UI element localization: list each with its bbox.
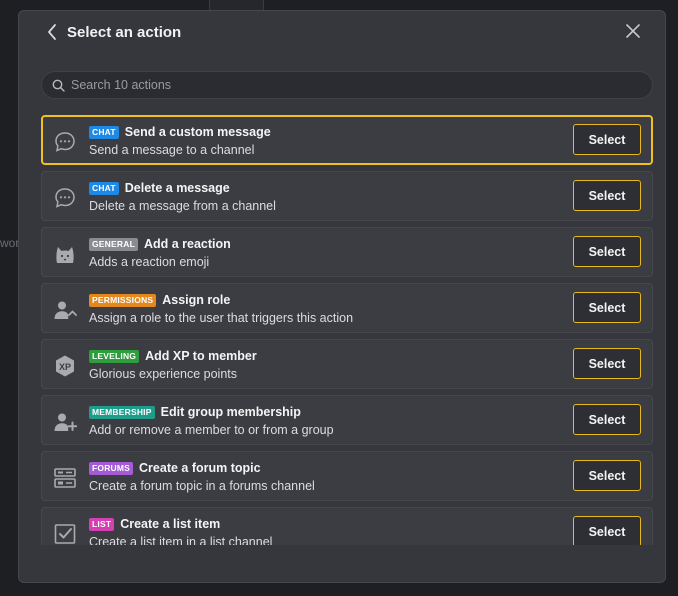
action-item[interactable]: LIST Create a list item Create a list it…: [41, 507, 653, 545]
close-icon: [626, 24, 640, 38]
category-badge: GENERAL: [89, 237, 138, 251]
search-box[interactable]: [41, 71, 653, 99]
select-action-dialog: Select an action CHAT Send a custom mess…: [18, 10, 666, 583]
select-button[interactable]: Select: [573, 404, 641, 435]
action-description: Adds a reaction emoji: [89, 255, 210, 269]
action-description: Create a list item in a list channel: [89, 535, 273, 545]
action-item[interactable]: MEMBERSHIP Edit group membership Add or …: [41, 395, 653, 445]
cat-emoji-icon: [52, 241, 78, 267]
close-button[interactable]: [625, 23, 641, 39]
forum-icon: [52, 465, 78, 491]
actions-list[interactable]: CHAT Send a custom message Send a messag…: [41, 111, 654, 545]
svg-text:XP: XP: [59, 362, 71, 372]
search-icon: [52, 79, 65, 92]
action-description: Delete a message from a channel: [89, 199, 276, 213]
select-button[interactable]: Select: [573, 292, 641, 323]
select-button[interactable]: Select: [573, 124, 641, 155]
background-text: wor: [0, 236, 20, 250]
back-button[interactable]: [45, 22, 59, 42]
action-item[interactable]: PERMISSIONS Assign role Assign a role to…: [41, 283, 653, 333]
action-item[interactable]: FORUMS Create a forum topic Create a for…: [41, 451, 653, 501]
user-add-icon: [52, 409, 78, 435]
action-name: Create a list item: [120, 517, 221, 531]
select-button[interactable]: Select: [573, 516, 641, 545]
action-name: Send a custom message: [124, 125, 271, 139]
action-description: Glorious experience points: [89, 367, 237, 381]
category-badge: LEVELING: [89, 349, 140, 363]
action-description: Create a forum topic in a forums channel: [89, 479, 315, 493]
action-description: Send a message to a channel: [89, 143, 255, 157]
user-role-icon: [52, 297, 78, 323]
action-item[interactable]: CHAT Send a custom message Send a messag…: [41, 115, 653, 165]
action-description: Add or remove a member to or from a grou…: [89, 423, 334, 437]
search-input[interactable]: [71, 78, 631, 92]
select-button[interactable]: Select: [573, 460, 641, 491]
action-item[interactable]: XP LEVELING Add XP to member Glorious ex…: [41, 339, 653, 389]
action-name: Add a reaction: [143, 237, 231, 251]
action-name: Create a forum topic: [139, 461, 261, 475]
chat-bubble-icon: [52, 185, 78, 211]
checkbox-list-icon: [52, 521, 78, 545]
category-badge: LIST: [89, 517, 115, 531]
dialog-title: Select an action: [67, 23, 182, 41]
select-button[interactable]: Select: [573, 236, 641, 267]
select-button[interactable]: Select: [573, 180, 641, 211]
chat-bubble-icon: [52, 129, 78, 155]
action-item[interactable]: GENERAL Add a reaction Adds a reaction e…: [41, 227, 653, 277]
category-badge: FORUMS: [89, 461, 134, 475]
action-item[interactable]: CHAT Delete a message Delete a message f…: [41, 171, 653, 221]
action-name: Edit group membership: [160, 405, 301, 419]
category-badge: CHAT: [89, 181, 119, 195]
dialog-header: Select an action: [19, 11, 665, 53]
action-description: Assign a role to the user that triggers …: [89, 311, 354, 325]
category-badge: CHAT: [89, 125, 119, 139]
category-badge: PERMISSIONS: [89, 293, 157, 307]
xp-badge-icon: XP: [52, 353, 78, 379]
dialog-footer: [19, 545, 665, 582]
category-badge: MEMBERSHIP: [89, 405, 155, 419]
chevron-left-icon: [48, 24, 56, 40]
action-name: Add XP to member: [145, 349, 257, 363]
action-name: Assign role: [162, 293, 231, 307]
select-button[interactable]: Select: [573, 348, 641, 379]
action-name: Delete a message: [124, 181, 230, 195]
